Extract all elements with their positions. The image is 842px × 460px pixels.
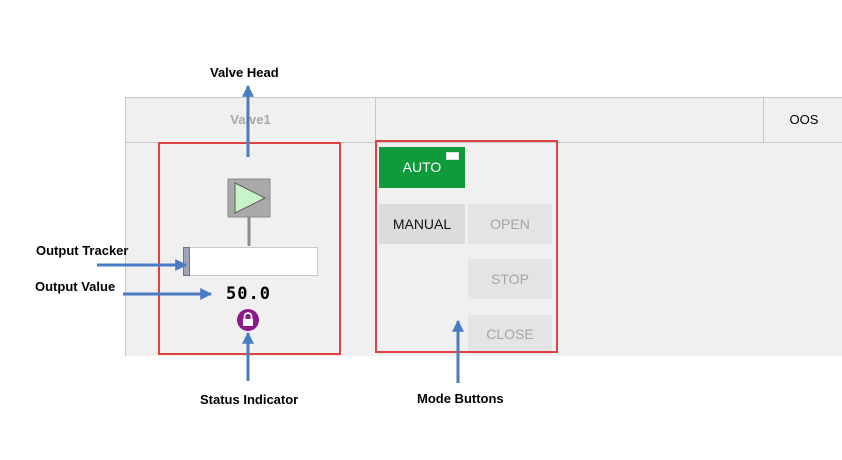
output-tracker-label: Output Tracker bbox=[36, 243, 129, 258]
output-value-label: Output Value bbox=[35, 279, 116, 294]
valve-head-label: Valve Head bbox=[210, 65, 279, 80]
status-indicator-label: Status Indicator bbox=[200, 392, 299, 407]
mode-buttons-label: Mode Buttons bbox=[417, 391, 504, 406]
